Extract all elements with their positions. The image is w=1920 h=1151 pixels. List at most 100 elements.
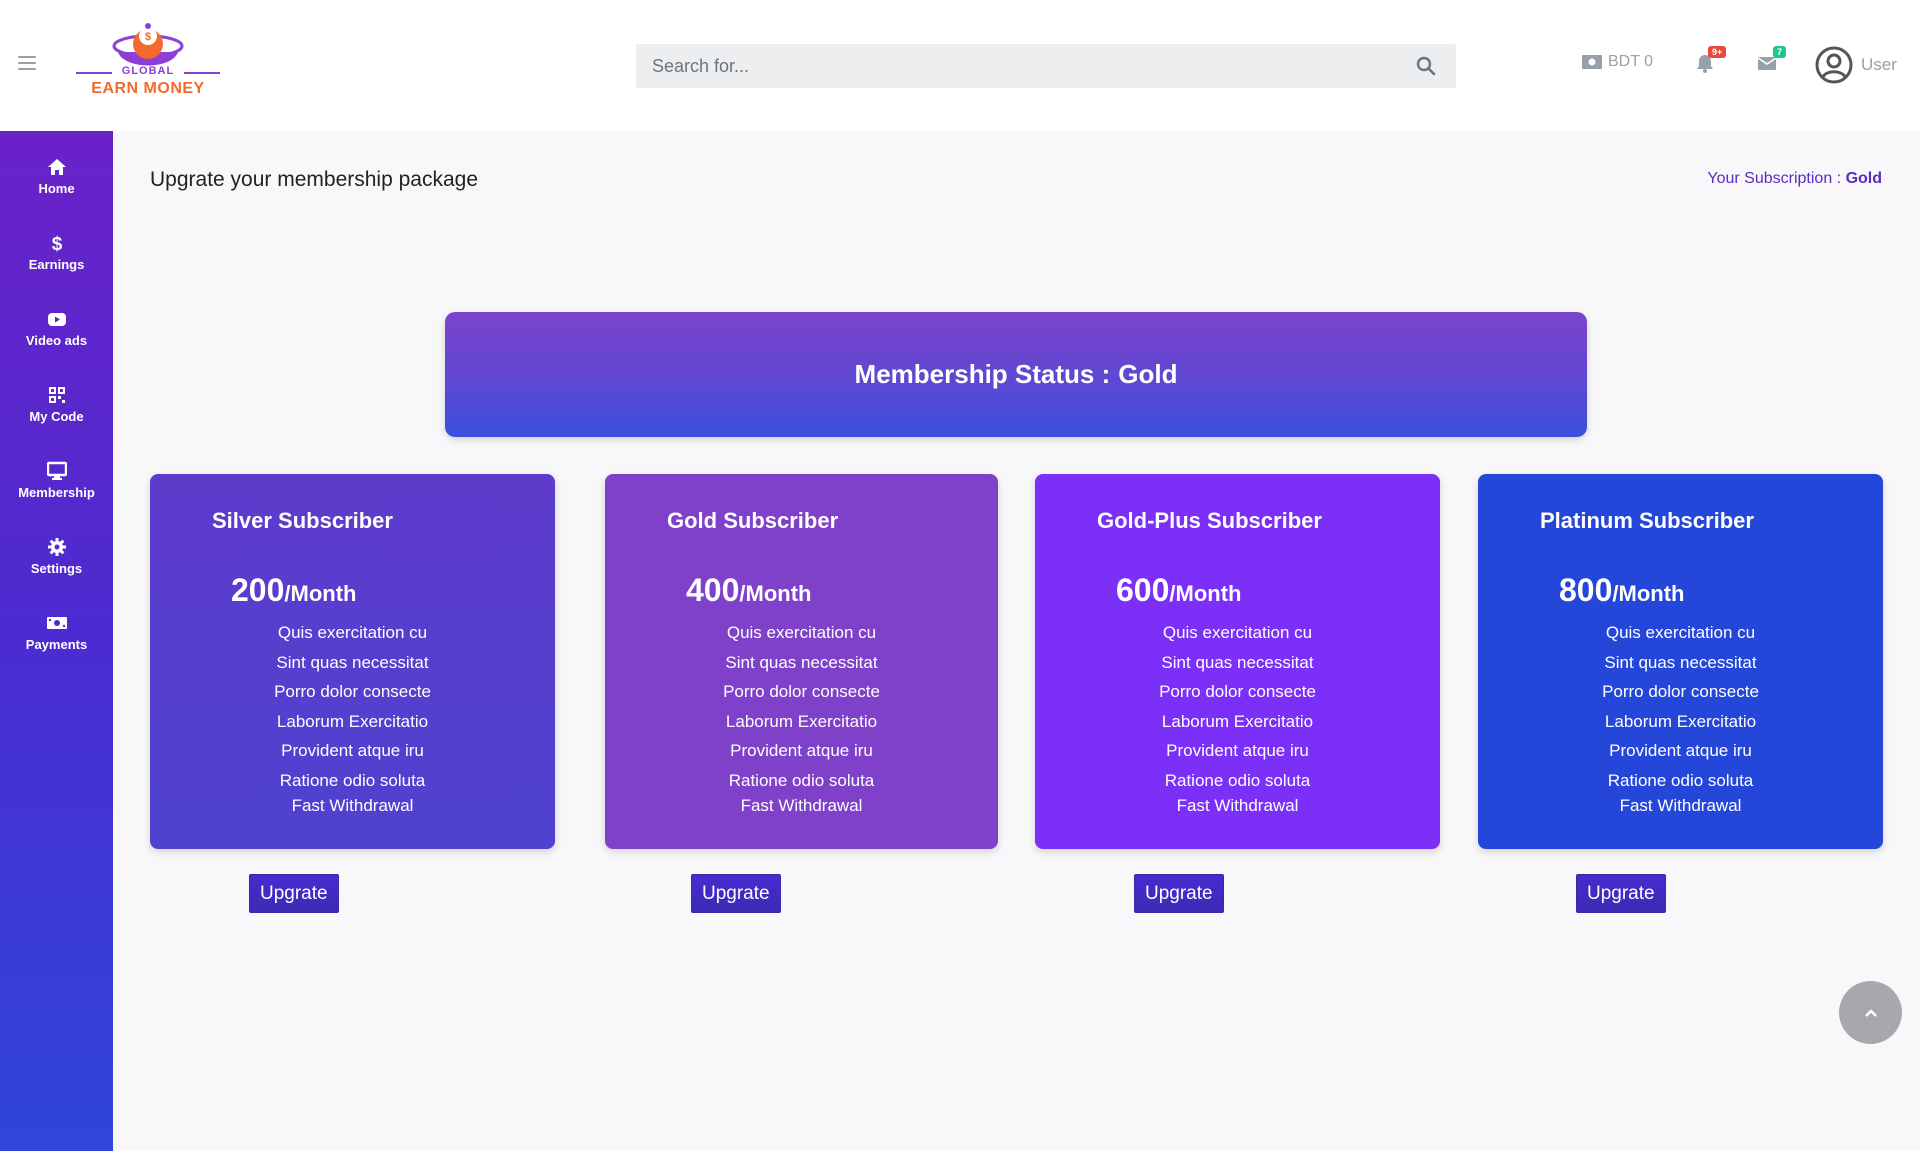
- notifications-badge: 9+: [1708, 46, 1727, 58]
- sidebar-item-label: Video ads: [25, 332, 88, 348]
- plan-price-period: /Month: [1169, 581, 1242, 606]
- upgrade-button-gold[interactable]: Upgrate: [691, 874, 781, 913]
- desktop-icon: [46, 461, 67, 480]
- plan-feature: Sint quas necessitat: [1604, 652, 1757, 672]
- plan-feature: Provident atque iru: [1609, 741, 1752, 760]
- sidebar-item-label: My Code: [29, 408, 84, 424]
- plan-price-period: /Month: [284, 581, 357, 606]
- status-label: Membership Status :: [854, 359, 1111, 389]
- plan-feature: Porro dolor consecte: [1602, 682, 1759, 701]
- plan-features: Quis exercitation cu Sint quas necessita…: [150, 618, 555, 817]
- current-subscription: Your Subscription : Gold: [1707, 170, 1882, 188]
- messages-badge: 7: [1773, 46, 1787, 58]
- plan-card-gold-plus: Gold-Plus Subscriber 600/Month Quis exer…: [1035, 474, 1440, 849]
- user-menu[interactable]: User: [1815, 46, 1897, 84]
- plan-feature: Fast Withdrawal: [1619, 796, 1742, 815]
- plan-feature: Porro dolor consecte: [723, 682, 880, 701]
- upgrade-button-silver[interactable]: Upgrate: [249, 874, 339, 913]
- search-bar: [636, 44, 1456, 88]
- plan-feature: Quis exercitation cu: [726, 623, 877, 642]
- plan-feature: Sint quas necessitat: [276, 652, 429, 672]
- sidebar-item-my-code[interactable]: My Code: [0, 373, 113, 435]
- plan-feature: Quis exercitation cu: [1605, 623, 1756, 642]
- svg-text:$: $: [145, 31, 151, 43]
- sidebar-item-settings[interactable]: Settings: [0, 525, 113, 587]
- plan-feature: Laborum Exercitatio: [725, 711, 878, 731]
- plan-feature: Fast Withdrawal: [291, 796, 414, 815]
- youtube-icon: [47, 312, 66, 326]
- status-value: Gold: [1118, 359, 1178, 389]
- plan-price-period: /Month: [739, 581, 812, 606]
- plan-price-amount: 400: [686, 572, 740, 608]
- wallet-label: BDT 0: [1608, 53, 1654, 70]
- plan-feature: Quis exercitation cu: [1162, 623, 1313, 642]
- money-bill-icon: [46, 616, 67, 629]
- search-input[interactable]: [636, 44, 1396, 88]
- scroll-to-top-button[interactable]: [1839, 981, 1902, 1044]
- plan-card-gold: Gold Subscriber 400/Month Quis exercitat…: [605, 474, 998, 849]
- sidebar-item-earnings[interactable]: $ Earnings: [0, 221, 113, 283]
- qrcode-icon: [48, 386, 65, 403]
- plan-title: Platinum Subscriber: [1540, 508, 1754, 533]
- plan-feature: Sint quas necessitat: [725, 652, 878, 672]
- svg-text:$: $: [51, 234, 62, 253]
- plan-price: 400/Month: [686, 572, 811, 609]
- plan-title: Gold Subscriber: [667, 508, 839, 533]
- plan-feature: Porro dolor consecte: [1159, 682, 1316, 701]
- plan-price: 600/Month: [1116, 572, 1241, 609]
- plan-title: Gold-Plus Subscriber: [1097, 508, 1322, 533]
- plan-feature: Ratione odio soluta: [279, 770, 426, 790]
- plan-price: 800/Month: [1559, 572, 1684, 609]
- plan-feature: Ratione odio soluta: [1607, 770, 1754, 790]
- plan-feature: Provident atque iru: [730, 741, 873, 760]
- logo[interactable]: $ GLOBAL EARN MONEY: [72, 18, 232, 106]
- sidebar-item-membership[interactable]: Membership: [0, 449, 113, 511]
- plan-feature: Laborum Exercitatio: [276, 711, 429, 731]
- plan-feature: Provident atque iru: [1166, 741, 1309, 760]
- plan-feature: Laborum Exercitatio: [1604, 711, 1757, 731]
- plan-features: Quis exercitation cu Sint quas necessita…: [605, 618, 998, 817]
- subscription-label: Your Subscription :: [1707, 170, 1846, 187]
- cog-icon: [47, 537, 66, 556]
- plan-features: Quis exercitation cu Sint quas necessita…: [1478, 618, 1883, 817]
- money-bill-icon: [1582, 55, 1602, 69]
- sidebar-item-label: Payments: [25, 636, 88, 652]
- logo-text-top: GLOBAL: [121, 65, 175, 77]
- plan-price: 200/Month: [231, 572, 356, 609]
- sidebar-item-label: Membership: [18, 484, 95, 500]
- plan-card-silver: Silver Subscriber 200/Month Quis exercit…: [150, 474, 555, 849]
- upgrade-button-gold-plus[interactable]: Upgrate: [1134, 874, 1224, 913]
- menu-toggle-icon[interactable]: [18, 56, 36, 70]
- dollar-icon: $: [51, 234, 62, 253]
- sidebar-item-label: Home: [38, 180, 75, 196]
- chevron-up-icon: [1864, 1008, 1877, 1017]
- user-circle-icon: [1815, 46, 1853, 84]
- sidebar-item-label: Earnings: [28, 256, 85, 272]
- plan-title: Silver Subscriber: [212, 508, 393, 533]
- sidebar-item-payments[interactable]: Payments: [0, 601, 113, 663]
- plan-feature: Laborum Exercitatio: [1161, 711, 1314, 731]
- top-navbar: $ GLOBAL EARN MONEY BDT 0 9+ 7: [0, 0, 1920, 131]
- plan-features: Quis exercitation cu Sint quas necessita…: [1035, 618, 1440, 817]
- search-icon[interactable]: [1416, 56, 1436, 76]
- user-label: User: [1861, 55, 1897, 74]
- plan-price-period: /Month: [1612, 581, 1685, 606]
- plan-feature: Sint quas necessitat: [1161, 652, 1314, 672]
- sidebar-item-label: Settings: [30, 560, 83, 576]
- plan-feature: Ratione odio soluta: [728, 770, 875, 790]
- plan-feature: Fast Withdrawal: [1176, 796, 1299, 815]
- membership-status-banner: Membership Status : Gold: [445, 312, 1587, 437]
- plan-price-amount: 800: [1559, 572, 1613, 608]
- plan-price-amount: 600: [1116, 572, 1170, 608]
- plan-feature: Quis exercitation cu: [277, 623, 428, 642]
- plan-card-platinum: Platinum Subscriber 800/Month Quis exerc…: [1478, 474, 1883, 849]
- plan-feature: Provident atque iru: [281, 741, 424, 760]
- upgrade-button-platinum[interactable]: Upgrate: [1576, 874, 1666, 913]
- sidebar-item-video-ads[interactable]: Video ads: [0, 297, 113, 359]
- plan-feature: Ratione odio soluta: [1164, 770, 1311, 790]
- wallet-balance[interactable]: BDT 0: [1582, 53, 1653, 71]
- subscription-value: Gold: [1845, 170, 1882, 187]
- sidebar-item-home[interactable]: Home: [0, 145, 113, 207]
- home-icon: [47, 158, 66, 175]
- plan-price-amount: 200: [231, 572, 285, 608]
